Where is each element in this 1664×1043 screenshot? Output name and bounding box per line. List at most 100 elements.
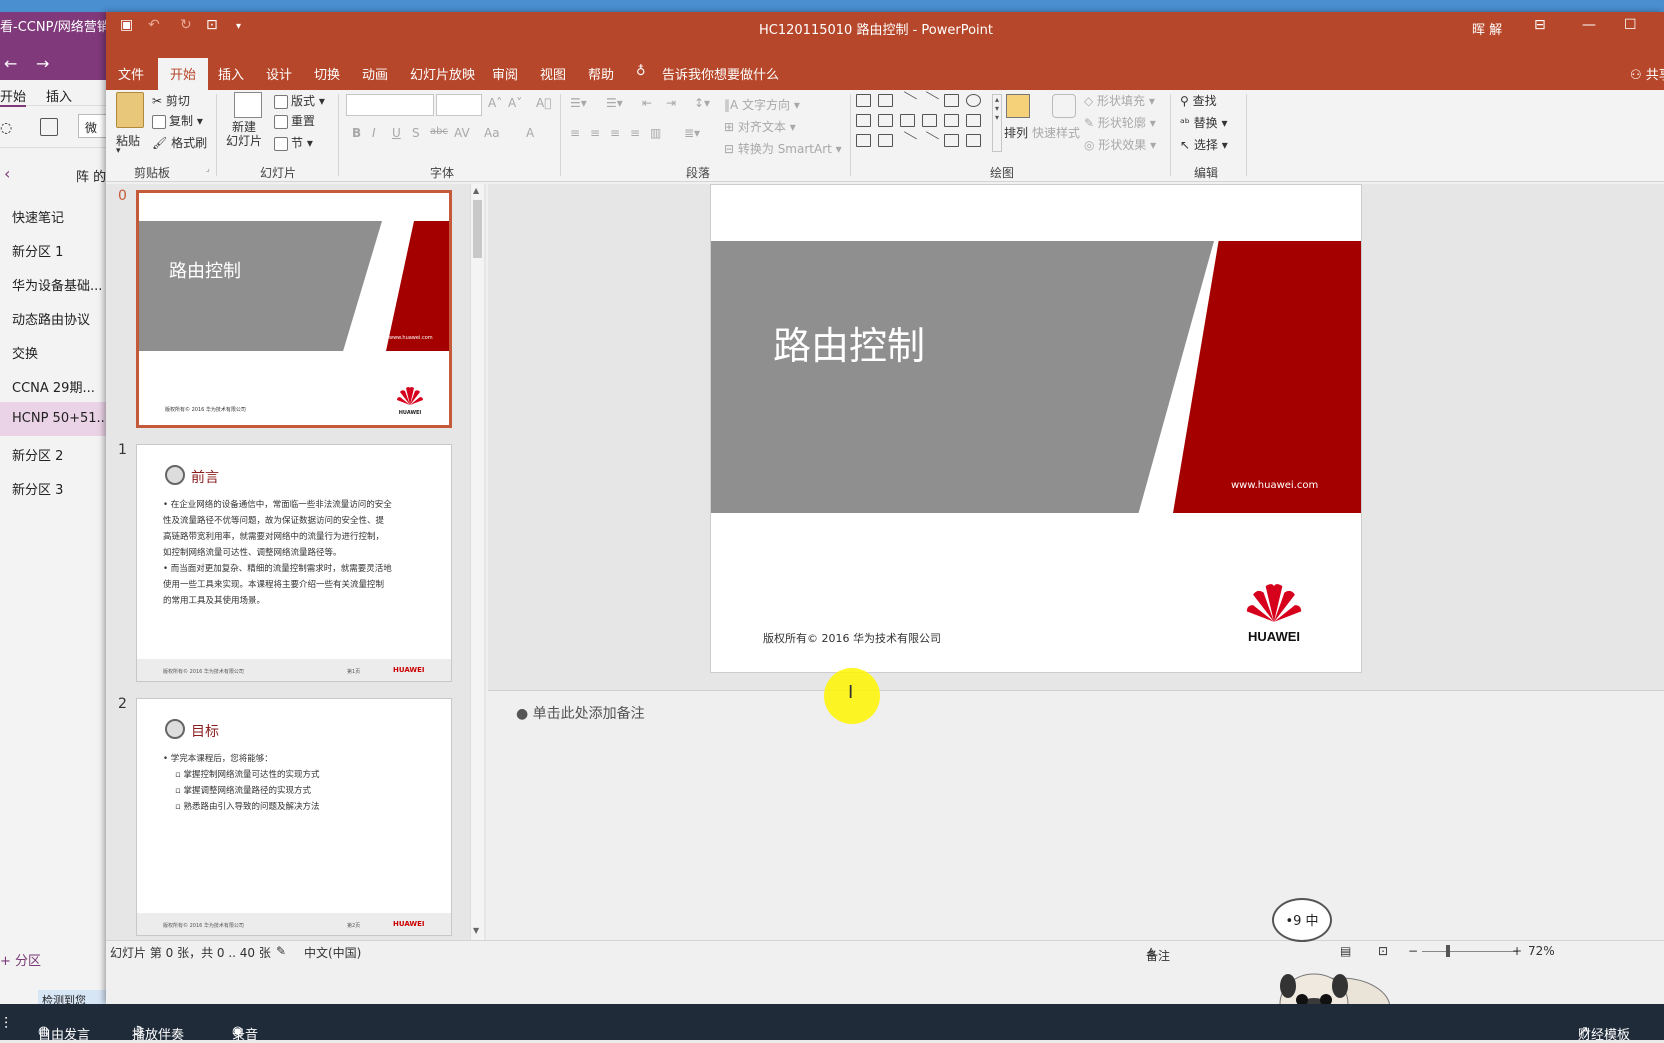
numbering-icon[interactable]: ☰▾ bbox=[606, 96, 623, 110]
redo-icon[interactable]: ↻ bbox=[180, 17, 192, 33]
bullets-icon[interactable]: ☰▾ bbox=[570, 96, 587, 110]
layout-button[interactable]: 版式 ▾ bbox=[274, 92, 325, 109]
slide-thumbnail-1[interactable]: 前言 • 在企业网络的设备通信中，常面临一些非法流量访问的安全 性及流量路径不优… bbox=[136, 444, 452, 682]
text-direction-button[interactable]: ‖A 文字方向 ▾ bbox=[724, 96, 800, 113]
bold-button[interactable]: B bbox=[352, 126, 361, 140]
format-painter-button[interactable]: 🖌 格式刷 bbox=[152, 134, 207, 151]
onenote-section-item[interactable]: 新分区 3 bbox=[0, 470, 110, 504]
thumbnails-scrollbar[interactable]: ▲ ▼ bbox=[470, 184, 484, 940]
section-button[interactable]: 节 ▾ bbox=[274, 134, 313, 151]
paragraph-dropdown-icon[interactable]: ≣▾ bbox=[684, 126, 700, 140]
oval-shape-icon[interactable] bbox=[966, 94, 981, 107]
left-brace-shape-icon[interactable] bbox=[944, 134, 959, 147]
line-spacing-icon[interactable]: ↕▾ bbox=[694, 96, 710, 110]
scribble-shape-icon[interactable] bbox=[878, 134, 893, 147]
change-case-button[interactable]: Aa bbox=[484, 126, 500, 140]
lasso-icon[interactable]: ◌ bbox=[0, 120, 12, 136]
curve-shape-icon[interactable] bbox=[919, 131, 940, 150]
onenote-section-item[interactable]: HCNP 50+51... bbox=[0, 402, 110, 436]
current-slide[interactable]: 路由控制 www.huawei.com 版权所有© 2016 华为技术有限公司 … bbox=[710, 184, 1362, 673]
tab-help[interactable]: 帮助 bbox=[588, 64, 614, 83]
scroll-up-icon[interactable]: ▲ bbox=[473, 186, 479, 195]
reset-button[interactable]: 重置 bbox=[274, 112, 315, 129]
zoom-out-icon[interactable]: − bbox=[1408, 944, 1418, 958]
vertical-textbox-shape-icon[interactable] bbox=[878, 94, 893, 107]
shrink-font-icon[interactable]: A˅ bbox=[508, 96, 522, 110]
elbow-arrow-shape-icon[interactable] bbox=[922, 114, 937, 127]
strikethrough-button[interactable]: abc bbox=[430, 126, 448, 137]
arc-shape-icon[interactable] bbox=[897, 131, 918, 150]
triangle-shape-icon[interactable] bbox=[878, 114, 893, 127]
elbow-connector-shape-icon[interactable] bbox=[900, 114, 915, 127]
spellcheck-icon[interactable]: ✎ bbox=[276, 944, 286, 958]
arrange-button[interactable]: 排列 bbox=[1004, 124, 1028, 141]
customize-qat-icon[interactable]: ▾ bbox=[236, 21, 241, 32]
rounded-rect-shape-icon[interactable] bbox=[856, 114, 871, 127]
user-name[interactable]: 晖 解 bbox=[1472, 19, 1502, 38]
copy-button[interactable]: 复制 ▾ bbox=[152, 112, 203, 129]
zoom-slider-thumb[interactable] bbox=[1446, 945, 1450, 957]
quick-styles-icon[interactable] bbox=[1052, 94, 1076, 118]
quick-styles-button[interactable]: 快速样式 bbox=[1032, 124, 1080, 141]
minimize-icon[interactable]: — bbox=[1582, 17, 1596, 33]
shape-outline-button[interactable]: ✎ 形状轮廓 ▾ bbox=[1084, 114, 1156, 131]
select-button[interactable]: ↖ 选择 ▾ bbox=[1180, 136, 1228, 153]
undo-icon[interactable]: ↶ bbox=[148, 17, 160, 33]
gallery-scroll-icon[interactable]: ▴ ▾ ▾ bbox=[992, 94, 1002, 152]
arrange-icon[interactable] bbox=[1006, 94, 1030, 118]
font-color-button[interactable]: A bbox=[526, 126, 534, 140]
char-spacing-button[interactable]: AV bbox=[454, 126, 470, 140]
tab-design[interactable]: 设计 bbox=[266, 64, 292, 83]
clipboard-icon[interactable] bbox=[40, 118, 58, 136]
onenote-tab-insert[interactable]: 插入 bbox=[46, 86, 72, 105]
start-slideshow-icon[interactable]: ⊡ bbox=[206, 17, 218, 33]
language-indicator[interactable]: 中文(中国) bbox=[304, 944, 361, 961]
rectangle-shape-icon[interactable] bbox=[944, 94, 959, 107]
shadow-button[interactable]: S bbox=[412, 126, 420, 140]
scroll-down-icon[interactable]: ▼ bbox=[473, 926, 479, 935]
replace-button[interactable]: ᵃᵇ 替换 ▾ bbox=[1180, 114, 1228, 131]
align-text-button[interactable]: ⊞ 对齐文本 ▾ bbox=[724, 118, 796, 135]
notes-pane[interactable]: ● 单击此处添加备注 bbox=[488, 690, 1664, 940]
back-arrow-icon[interactable]: ← bbox=[4, 54, 17, 73]
textbox-shape-icon[interactable] bbox=[856, 94, 871, 107]
tab-home[interactable]: 开始 bbox=[158, 58, 209, 90]
shape-fill-button[interactable]: ◇ 形状填充 ▾ bbox=[1084, 92, 1155, 109]
grow-font-icon[interactable]: A˄ bbox=[488, 96, 502, 110]
onenote-font-box[interactable]: 微 bbox=[78, 114, 108, 138]
tab-transitions[interactable]: 切换 bbox=[314, 64, 340, 83]
onenote-section-item[interactable]: CCNA 29期... bbox=[0, 368, 110, 402]
scroll-thumb[interactable] bbox=[473, 200, 482, 258]
onenote-section-item[interactable]: 新分区 2 bbox=[0, 436, 110, 470]
ribbon-display-icon[interactable]: ⊟ bbox=[1534, 17, 1546, 33]
increase-indent-icon[interactable]: ⇥ bbox=[666, 96, 676, 110]
align-center-icon[interactable]: ≡ bbox=[590, 126, 600, 140]
down-arrow-shape-icon[interactable] bbox=[966, 114, 981, 127]
onenote-section-item[interactable]: 新分区 1 bbox=[0, 232, 110, 266]
paste-icon[interactable] bbox=[116, 92, 144, 128]
cut-button[interactable]: ✂ 剪切 bbox=[152, 92, 190, 109]
justify-icon[interactable]: ≡ bbox=[630, 126, 640, 140]
arrow-line-shape-icon[interactable] bbox=[919, 91, 940, 110]
right-brace-shape-icon[interactable] bbox=[966, 134, 981, 147]
notes-placeholder[interactable]: ● 单击此处添加备注 bbox=[516, 703, 645, 723]
smartart-button[interactable]: ⊟ 转换为 SmartArt ▾ bbox=[724, 140, 842, 157]
tab-animations[interactable]: 动画 bbox=[362, 64, 388, 83]
mixer-icon[interactable]: ⫶ bbox=[4, 1014, 8, 1034]
onenote-section-item[interactable]: 快速笔记 bbox=[0, 198, 110, 232]
maximize-icon[interactable]: ☐ bbox=[1624, 17, 1637, 33]
add-section-button[interactable]: + 分区 bbox=[0, 950, 41, 969]
chevron-left-icon[interactable]: ‹ bbox=[4, 164, 10, 183]
font-name-combo[interactable] bbox=[346, 94, 434, 116]
save-icon[interactable]: ▣ bbox=[120, 17, 133, 33]
onenote-section-item[interactable]: 交换 bbox=[0, 334, 110, 368]
align-left-icon[interactable]: ≡ bbox=[570, 126, 580, 140]
zoom-in-icon[interactable]: + bbox=[1512, 944, 1522, 958]
shapes-gallery[interactable] bbox=[856, 91, 990, 152]
decrease-indent-icon[interactable]: ⇤ bbox=[642, 96, 652, 110]
share-button[interactable]: ⚇ 共享 bbox=[1630, 64, 1664, 83]
align-right-icon[interactable]: ≡ bbox=[610, 126, 620, 140]
columns-icon[interactable]: ▥ bbox=[650, 126, 661, 140]
tab-file[interactable]: 文件 bbox=[118, 64, 144, 83]
onenote-section-item[interactable]: 华为设备基础... bbox=[0, 266, 110, 300]
